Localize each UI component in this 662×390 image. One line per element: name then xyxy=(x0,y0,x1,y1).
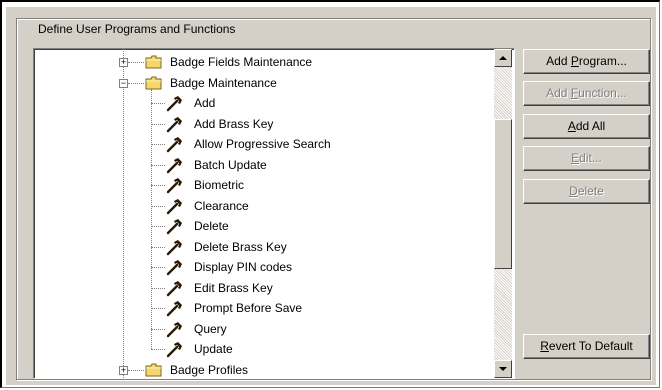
folder-icon xyxy=(145,76,162,89)
hammer-icon xyxy=(166,299,184,317)
tree-guide-line xyxy=(151,246,165,248)
tree-node-label: Delete xyxy=(194,219,229,233)
tree-guide-line xyxy=(128,82,144,84)
tree-guide-line xyxy=(151,205,165,207)
tree-function-node[interactable]: Clearance xyxy=(34,196,494,216)
user-programs-groupbox: Define User Programs and Functions + Badg… xyxy=(16,18,651,380)
add-program-button[interactable]: Add Program... xyxy=(523,49,650,74)
tree-node-label: Prompt Before Save xyxy=(194,301,303,315)
tree-node-label: Biometric xyxy=(194,178,245,192)
tree-node-label: Add Brass Key xyxy=(194,116,274,131)
scroll-down-button[interactable] xyxy=(494,360,512,378)
tree-function-node[interactable]: Prompt Before Save xyxy=(34,298,494,318)
tree-guide-line xyxy=(151,185,165,186)
tree-function-node[interactable]: Allow Progressive Search xyxy=(34,134,494,154)
tree-function-node[interactable]: Delete xyxy=(34,216,494,236)
tree-node-label: Display PIN codes xyxy=(194,260,293,274)
tree-node-label: Query xyxy=(194,321,227,336)
hammer-icon xyxy=(166,197,184,215)
add-function-button[interactable]: Add Function... xyxy=(523,81,650,106)
tree-guide-line xyxy=(151,164,165,166)
tree-node-label: Add xyxy=(194,96,216,110)
tree-vertical-scrollbar[interactable] xyxy=(494,49,512,378)
tree-function-node[interactable]: Query xyxy=(34,319,494,339)
arrow-down-icon xyxy=(499,367,507,371)
tree-node-label: Update xyxy=(194,342,233,356)
tree-guide-line xyxy=(151,267,165,268)
tree-function-node[interactable]: Add xyxy=(34,93,494,113)
hammer-icon xyxy=(166,217,184,235)
hammer-icon xyxy=(166,135,184,153)
plus-box-icon[interactable]: + xyxy=(119,58,128,67)
tree-folder-node[interactable]: + Badge Profiles xyxy=(34,360,494,379)
hammer-icon xyxy=(166,176,184,194)
folder-icon xyxy=(145,363,162,376)
tree-folder-node[interactable]: + Badge Fields Maintenance xyxy=(34,52,494,72)
minus-box-icon[interactable]: − xyxy=(119,78,128,88)
tree-node-label: Badge Maintenance xyxy=(170,75,277,90)
tree-node-label: Clearance xyxy=(194,198,249,213)
tree-guide-line xyxy=(151,226,165,227)
hammer-icon xyxy=(166,320,184,338)
hammer-icon xyxy=(166,94,184,112)
tree-guide-line xyxy=(151,103,165,104)
tree-function-node[interactable]: Edit Brass Key xyxy=(34,278,494,298)
edit-button[interactable]: Edit... xyxy=(523,146,650,171)
window-frame: Define User Programs and Functions + Badg… xyxy=(0,0,660,388)
plus-box-icon[interactable]: + xyxy=(119,365,128,375)
hammer-icon xyxy=(166,340,184,358)
tree-function-node[interactable]: Delete Brass Key xyxy=(34,237,494,257)
hammer-icon xyxy=(166,279,184,297)
dialog-panel: Define User Programs and Functions + Badg… xyxy=(6,7,656,385)
tree-node-label: Allow Progressive Search xyxy=(194,137,331,151)
groupbox-title: Define User Programs and Functions xyxy=(35,22,239,37)
delete-button[interactable]: Delete xyxy=(523,179,650,204)
tree-function-node[interactable]: Batch Update xyxy=(34,155,494,175)
tree-guide-line xyxy=(151,144,165,145)
tree-function-node[interactable]: Update xyxy=(34,339,494,359)
tree-content: + Badge Fields Maintenance − Badge Maintena… xyxy=(34,49,494,378)
tree-guide-line xyxy=(128,62,144,63)
tree-node-label: Badge Profiles xyxy=(170,362,249,377)
arrow-up-icon xyxy=(499,56,507,60)
tree-node-label: Edit Brass Key xyxy=(194,280,273,295)
hammer-icon xyxy=(166,258,184,276)
add-all-button[interactable]: Add All xyxy=(523,114,650,139)
tree-node-label: Delete Brass Key xyxy=(194,239,287,254)
scroll-up-button[interactable] xyxy=(494,49,512,67)
tree-node-label: Batch Update xyxy=(194,157,267,172)
hammer-icon xyxy=(166,156,184,174)
hammer-icon xyxy=(166,238,184,256)
tree-guide-line xyxy=(151,349,165,350)
programs-tree[interactable]: + Badge Fields Maintenance − Badge Maintena… xyxy=(33,48,515,379)
tree-function-node[interactable]: Display PIN codes xyxy=(34,257,494,277)
tree-guide-line xyxy=(151,328,165,330)
revert-to-default-button[interactable]: Revert To Default xyxy=(523,334,650,359)
hammer-icon xyxy=(166,115,184,133)
scroll-thumb[interactable] xyxy=(494,119,512,269)
tree-guide-line xyxy=(151,287,165,289)
tree-function-node[interactable]: Add Brass Key xyxy=(34,114,494,134)
tree-guide-line xyxy=(128,369,144,371)
tree-folder-node[interactable]: − Badge Maintenance xyxy=(34,73,494,93)
tree-guide-line xyxy=(151,308,165,309)
tree-node-label: Badge Fields Maintenance xyxy=(170,55,313,69)
tree-guide-line xyxy=(151,123,165,125)
tree-function-node[interactable]: Biometric xyxy=(34,175,494,195)
folder-icon xyxy=(145,55,162,69)
